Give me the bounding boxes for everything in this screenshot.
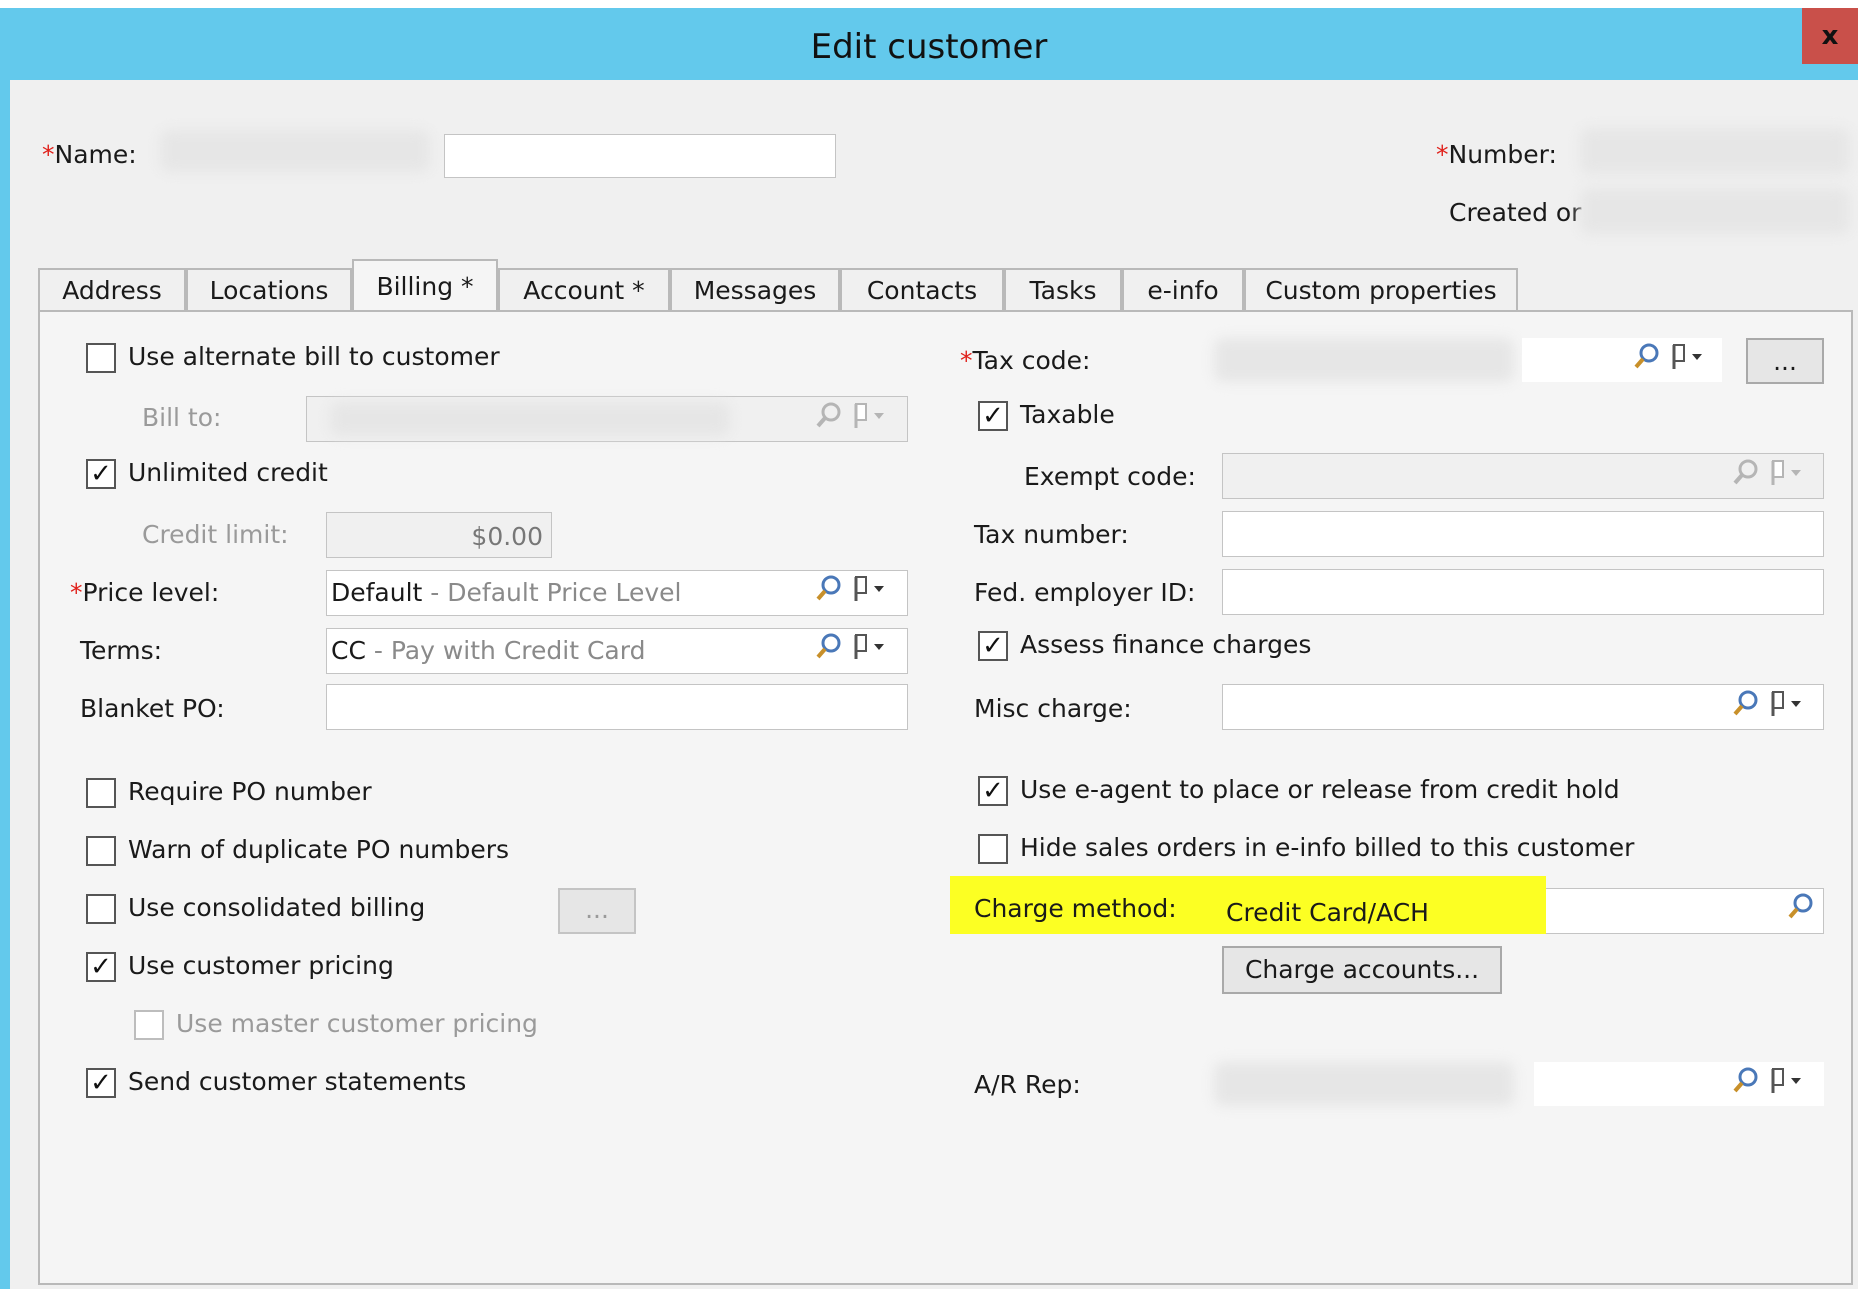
finance-charges-label: Assess finance charges (1020, 630, 1312, 659)
alt-bill-label: Use alternate bill to customer (128, 342, 500, 371)
search-icon[interactable] (1782, 891, 1820, 929)
price-level-code: Default (331, 578, 423, 607)
ar-rep-label: A/R Rep: (974, 1070, 1081, 1099)
flag-dropdown-icon[interactable] (1670, 341, 1708, 379)
price-level-desc: - Default Price Level (422, 578, 682, 607)
tax-code-options-button[interactable]: ... (1746, 338, 1824, 384)
warn-dup-po-label: Warn of duplicate PO numbers (128, 835, 510, 864)
name-input[interactable] (444, 134, 836, 178)
finance-charges-checkbox[interactable]: ✓ (978, 631, 1008, 661)
flag-dropdown-icon[interactable] (852, 631, 890, 669)
terms-code: CC (331, 636, 366, 665)
credit-limit-label: Credit limit: (142, 520, 289, 549)
fed-employer-id-input[interactable] (1222, 569, 1824, 615)
tax-number-input[interactable] (1222, 511, 1824, 557)
tax-number-label: Tax number: (974, 520, 1129, 549)
warn-dup-po-checkbox[interactable] (86, 836, 116, 866)
flag-dropdown-icon (852, 400, 890, 438)
close-icon: x (1821, 21, 1839, 51)
master-pricing-checkbox (134, 1010, 164, 1040)
tab-e-info[interactable]: e-info (1122, 268, 1244, 310)
tab-account[interactable]: Account * (498, 268, 670, 310)
taxable-checkbox[interactable]: ✓ (978, 401, 1008, 431)
hide-sales-checkbox[interactable] (978, 834, 1008, 864)
tab-locations[interactable]: Locations (186, 268, 352, 310)
created-value-redacted (1580, 188, 1850, 234)
consolidated-billing-options-button[interactable]: ... (558, 888, 636, 934)
master-pricing-label: Use master customer pricing (176, 1009, 538, 1038)
price-level-label: *Price level: (70, 578, 220, 607)
terms-desc: - Pay with Credit Card (365, 636, 646, 665)
tax-code-label: *Tax code: (960, 346, 1091, 375)
tab-billing[interactable]: Billing * (352, 259, 498, 312)
search-icon[interactable] (810, 631, 848, 669)
created-label: Created or (1449, 198, 1582, 227)
misc-charge-label: Misc charge: (974, 694, 1132, 723)
fed-employer-id-label: Fed. employer ID: (974, 578, 1196, 607)
flag-dropdown-icon[interactable] (1769, 1065, 1807, 1103)
blanket-po-input[interactable] (326, 684, 908, 730)
customer-pricing-checkbox[interactable]: ✓ (86, 952, 116, 982)
taxable-label: Taxable (1020, 400, 1115, 429)
close-button[interactable]: x (1802, 8, 1858, 64)
credit-limit-input: $0.00 (326, 512, 552, 558)
search-icon (1727, 457, 1765, 495)
search-icon[interactable] (1727, 688, 1765, 726)
charge-method-value: Credit Card/ACH (1226, 898, 1429, 927)
consolidated-billing-label: Use consolidated billing (128, 893, 426, 922)
bill-to-value-redacted (330, 402, 730, 436)
ar-rep-value-redacted (1214, 1062, 1514, 1106)
hide-sales-label: Hide sales orders in e-info billed to th… (1020, 833, 1635, 862)
unlimited-credit-label: Unlimited credit (128, 458, 328, 487)
require-po-label: Require PO number (128, 777, 372, 806)
terms-label: Terms: (80, 636, 163, 665)
customer-pricing-label: Use customer pricing (128, 951, 394, 980)
number-value-redacted (1580, 128, 1850, 174)
flag-dropdown-icon[interactable] (1769, 688, 1807, 726)
tab-tasks[interactable]: Tasks (1004, 268, 1122, 310)
number-label: *Number: (1436, 140, 1557, 169)
require-po-checkbox[interactable] (86, 778, 116, 808)
search-icon[interactable] (1727, 1065, 1765, 1103)
consolidated-billing-checkbox[interactable] (86, 894, 116, 924)
alt-bill-checkbox[interactable] (86, 343, 116, 373)
search-icon[interactable] (810, 573, 848, 611)
blanket-po-label: Blanket PO: (80, 694, 225, 723)
tab-contacts[interactable]: Contacts (840, 268, 1004, 310)
name-label: *Name: (42, 140, 137, 169)
search-icon (810, 400, 848, 438)
statements-label: Send customer statements (128, 1067, 467, 1096)
exempt-code-label: Exempt code: (1024, 462, 1196, 491)
tab-custom-properties[interactable]: Custom properties (1244, 268, 1518, 310)
tab-messages[interactable]: Messages (670, 268, 840, 310)
bill-to-label: Bill to: (142, 403, 222, 432)
e-agent-checkbox[interactable]: ✓ (978, 776, 1008, 806)
flag-dropdown-icon (1769, 457, 1807, 495)
tax-code-value-redacted (1214, 338, 1514, 382)
search-icon[interactable] (1628, 341, 1666, 379)
unlimited-credit-checkbox[interactable]: ✓ (86, 459, 116, 489)
e-agent-label: Use e-agent to place or release from cre… (1020, 775, 1620, 804)
charge-method-label: Charge method: (974, 894, 1177, 923)
statements-checkbox[interactable]: ✓ (86, 1068, 116, 1098)
tab-address[interactable]: Address (38, 268, 186, 310)
name-code-redacted (160, 130, 430, 172)
window-title: Edit customer (810, 27, 1048, 67)
flag-dropdown-icon[interactable] (852, 573, 890, 611)
charge-accounts-button[interactable]: Charge accounts... (1222, 946, 1502, 994)
